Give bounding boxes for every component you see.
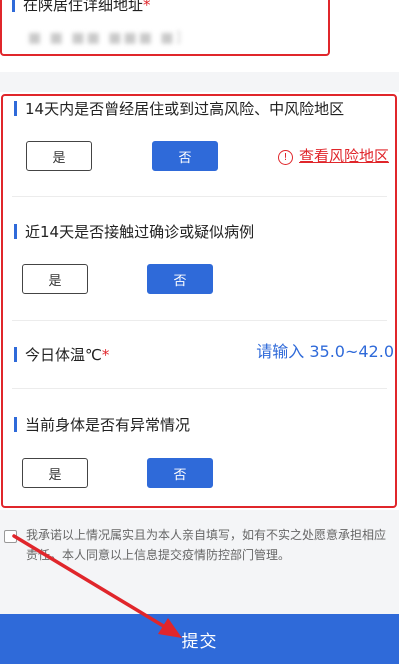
- question-risk-area-label: 14天内是否曾经居住或到过高风险、中风险地区: [25, 100, 345, 118]
- alert-circle-icon: !: [278, 150, 293, 165]
- submit-button[interactable]: 提交: [0, 614, 399, 664]
- question-temperature: 今日体温℃*: [14, 344, 109, 365]
- abnormal-yes-button[interactable]: 是: [22, 458, 88, 488]
- annotation-box-address: [0, 0, 330, 56]
- promise-text: 我承诺以上情况属实且为本人亲自填写，如有不实之处愿意承担相应责任。本人同意以上信…: [26, 528, 387, 562]
- divider: [12, 196, 387, 197]
- risk-area-no-button[interactable]: 否: [152, 141, 218, 171]
- view-risk-areas-link[interactable]: ! 查看风险地区: [278, 145, 389, 166]
- question-contact-label: 近14天是否接触过确诊或疑似病例: [25, 223, 255, 241]
- label-accent-bar: [14, 101, 17, 116]
- contact-no-button[interactable]: 否: [147, 264, 213, 294]
- question-contact: 近14天是否接触过确诊或疑似病例: [14, 221, 254, 242]
- label-accent-bar: [14, 347, 17, 362]
- contact-yes-button[interactable]: 是: [22, 264, 88, 294]
- question-temperature-label: 今日体温℃: [25, 346, 102, 364]
- question-risk-area: 14天内是否曾经居住或到过高风险、中风险地区: [14, 98, 344, 119]
- question-abnormal-label: 当前身体是否有异常情况: [25, 416, 191, 434]
- required-mark: *: [101, 346, 110, 364]
- risk-area-yes-button[interactable]: 是: [26, 141, 92, 171]
- label-accent-bar: [14, 224, 17, 239]
- divider: [12, 320, 387, 321]
- abnormal-no-button[interactable]: 否: [147, 458, 213, 488]
- divider: [12, 388, 387, 389]
- question-abnormal: 当前身体是否有异常情况: [14, 414, 190, 435]
- view-risk-areas-text: 查看风险地区: [299, 147, 390, 165]
- label-accent-bar: [14, 417, 17, 432]
- temperature-input[interactable]: [240, 342, 394, 361]
- promise-checkbox[interactable]: [4, 530, 17, 543]
